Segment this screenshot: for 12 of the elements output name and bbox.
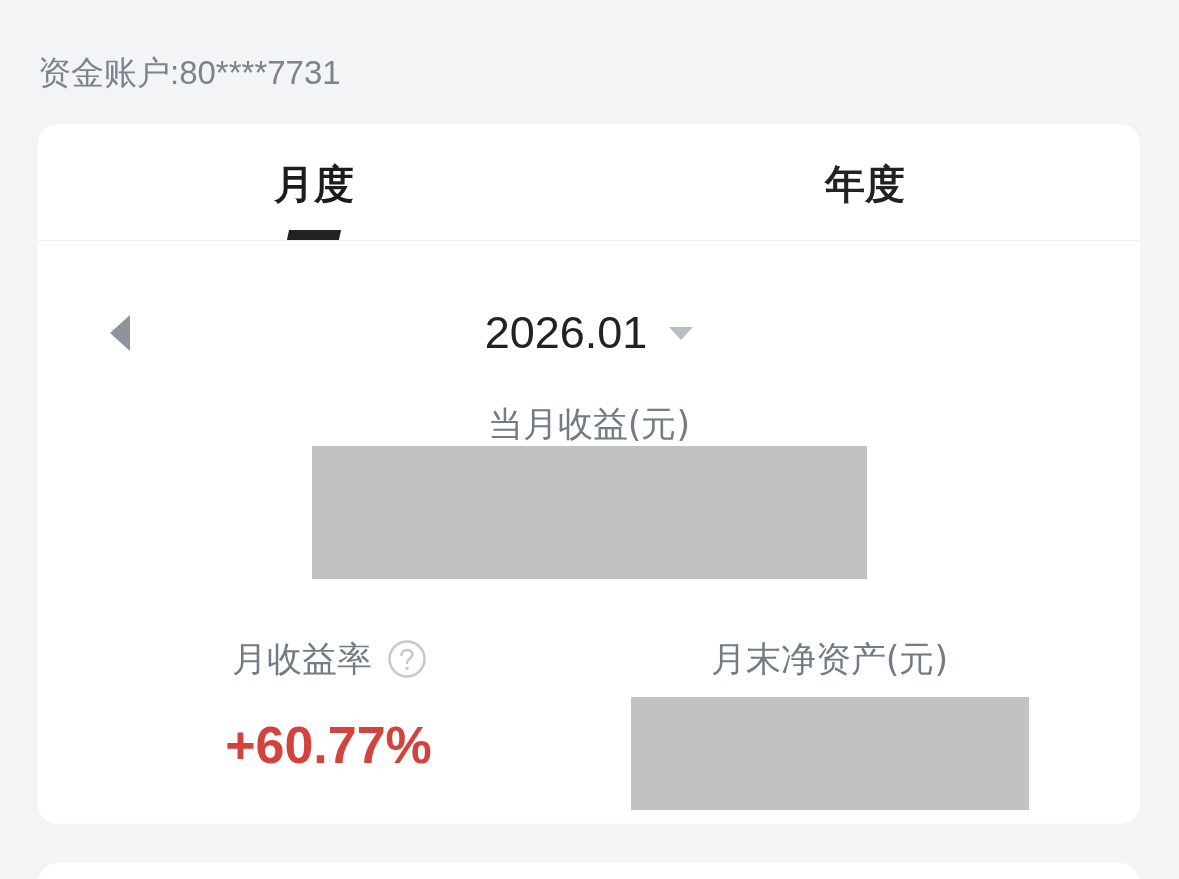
monthly-profit-label: 当月收益(元) <box>487 403 691 446</box>
tab[interactable]: 月度 <box>38 124 589 240</box>
dropdown-triangle-icon <box>669 326 694 340</box>
stat-label: 月末净资产(元) <box>710 638 949 681</box>
tab[interactable]: 年度 <box>589 124 1140 240</box>
tab-indicator <box>286 230 341 240</box>
period-selector[interactable]: 2026.01 <box>484 311 694 355</box>
left-triangle-icon[interactable] <box>110 315 130 351</box>
help-icon[interactable] <box>387 640 426 678</box>
stat-value: +60.77% <box>225 717 432 773</box>
stat-label: 月收益率 <box>231 638 372 681</box>
account-number-text: 资金账户:80****7731 <box>38 53 341 93</box>
